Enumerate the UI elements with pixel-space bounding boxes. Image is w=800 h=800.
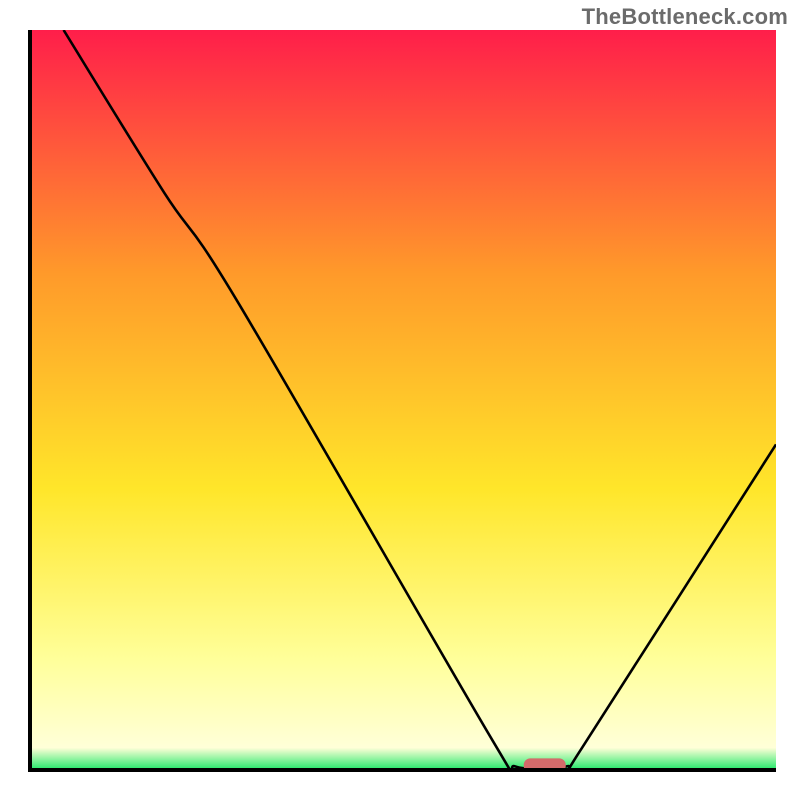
plot-area <box>30 30 776 770</box>
watermark-text: TheBottleneck.com <box>582 4 788 30</box>
chart-container: { "watermark": "TheBottleneck.com", "col… <box>0 0 800 800</box>
bottleneck-chart <box>0 0 800 800</box>
gradient-background <box>30 30 776 770</box>
